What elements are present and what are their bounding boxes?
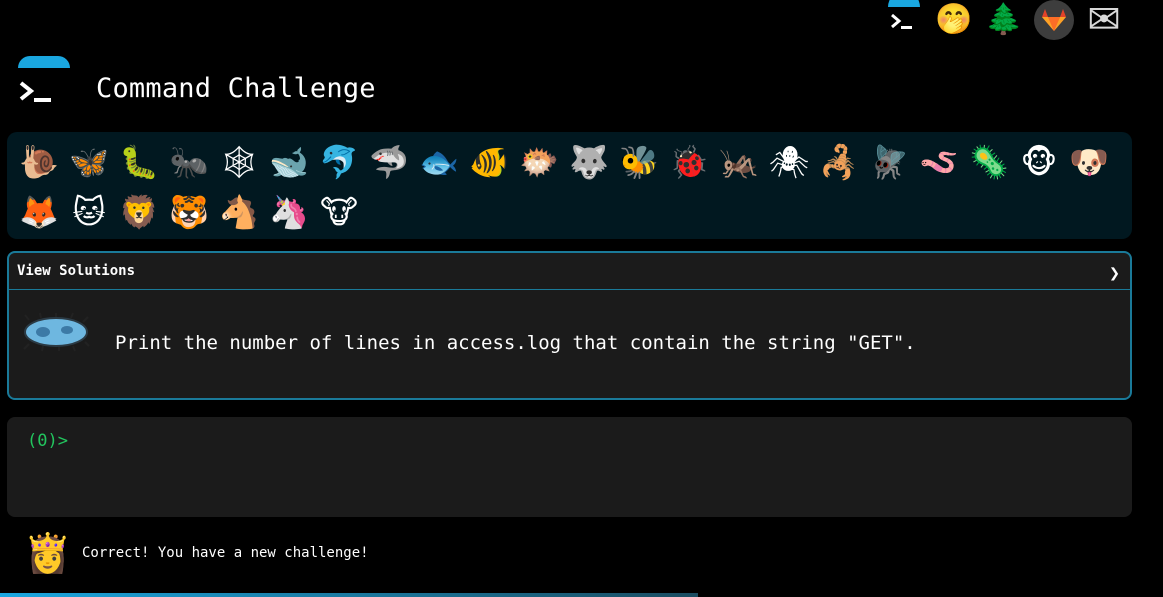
page-title: Command Challenge — [96, 72, 376, 104]
monkey-icon[interactable]: 🐵 — [1014, 137, 1064, 187]
horse-icon[interactable]: 🐴 — [214, 187, 264, 237]
cow-icon[interactable]: 🐮 — [314, 187, 364, 237]
butterfly-icon[interactable]: 🦋 — [64, 137, 114, 187]
wolf-icon[interactable]: 🐺 — [564, 137, 614, 187]
app-logo-icon[interactable] — [16, 56, 72, 106]
worm-icon[interactable]: 🪱 — [914, 137, 964, 187]
terminal-logo-icon[interactable] — [879, 0, 929, 40]
challenge-card: View Solutions ❯ Print the number of lin… — [7, 251, 1132, 400]
bee-icon[interactable]: 🐝 — [614, 137, 664, 187]
princess-icon: 👸 — [24, 531, 72, 575]
snail-icon[interactable]: 🐌 — [14, 137, 64, 187]
blowfish-icon[interactable]: 🐡 — [514, 137, 564, 187]
challenge-text: Print the number of lines in access.log … — [115, 332, 916, 354]
fish-icon[interactable]: 🐟 — [414, 137, 464, 187]
gitlab-icon[interactable] — [1029, 0, 1079, 40]
terminal-prompt: (0)> — [27, 431, 68, 451]
caterpillar-icon[interactable]: 🐛 — [114, 137, 164, 187]
status-message: 👸 Correct! You have a new challenge! — [24, 528, 369, 578]
unicorn-icon[interactable]: 🦄 — [264, 187, 314, 237]
microbe-icon — [23, 312, 90, 352]
top-nav: 🤭 🌲 ✉ — [879, 0, 1129, 40]
progress-bar — [0, 593, 1163, 597]
chevron-right-icon: ❯ — [1109, 262, 1120, 284]
ladybug-icon[interactable]: 🐞 — [664, 137, 714, 187]
spider-icon[interactable]: 🕷 — [764, 137, 814, 187]
tropical-fish-icon[interactable]: 🐠 — [464, 137, 514, 187]
fly-icon[interactable]: 🪰 — [864, 137, 914, 187]
whale-icon[interactable]: 🐋 — [264, 137, 314, 187]
view-solutions-toggle[interactable]: View Solutions ❯ — [9, 253, 1130, 290]
tiger-icon[interactable]: 🐯 — [164, 187, 214, 237]
status-text: Correct! You have a new challenge! — [82, 545, 369, 561]
dog-icon[interactable]: 🐶 — [1064, 137, 1114, 187]
terminal-input[interactable] — [69, 431, 1109, 455]
lion-icon[interactable]: 🦁 — [114, 187, 164, 237]
dolphin-icon[interactable]: 🐬 — [314, 137, 364, 187]
terminal[interactable]: (0)> — [7, 417, 1132, 517]
fox-icon[interactable]: 🦊 — [14, 187, 64, 237]
cricket-icon[interactable]: 🦗 — [714, 137, 764, 187]
challenge-body: Print the number of lines in access.log … — [9, 290, 1130, 398]
header: Command Challenge — [16, 56, 376, 106]
mail-icon[interactable]: ✉ — [1079, 0, 1129, 40]
progress-fill — [0, 593, 698, 597]
microbe-icon[interactable]: 🦠 — [964, 137, 1014, 187]
tree-icon[interactable]: 🌲 — [979, 0, 1029, 40]
view-solutions-label: View Solutions — [17, 263, 136, 279]
badge-panel: 🐌 🦋 🐛 🐜 🕸 🐋 🐬 🦈 🐟 🐠 🐡 🐺 🐝 🐞 🦗 🕷 🦂 🪰 🪱 🦠 🐵 🐶 🦊 🐱 🦁 🐯 🐴 🦄 🐮 — [7, 132, 1132, 239]
cat-icon[interactable]: 🐱 — [64, 187, 114, 237]
spiderweb-icon[interactable]: 🕸 — [214, 137, 264, 187]
shushing-face-icon[interactable]: 🤭 — [929, 0, 979, 40]
scorpion-icon[interactable]: 🦂 — [814, 137, 864, 187]
shark-icon[interactable]: 🦈 — [364, 137, 414, 187]
ant-icon[interactable]: 🐜 — [164, 137, 214, 187]
